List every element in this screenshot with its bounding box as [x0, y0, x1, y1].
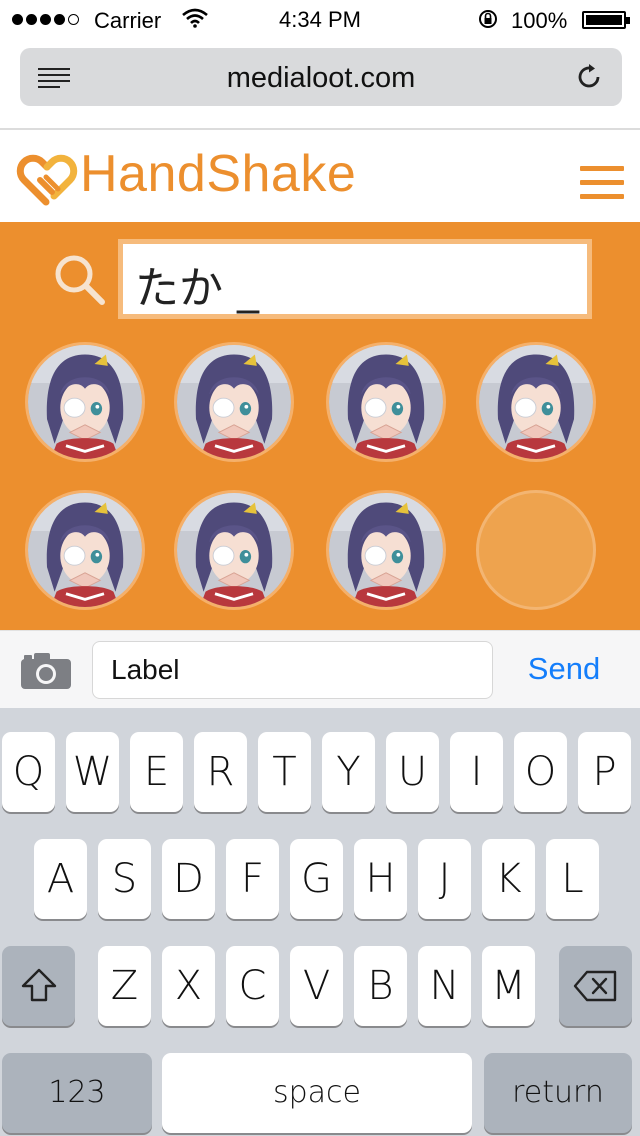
key-l[interactable]: L [546, 839, 599, 919]
key-p[interactable]: P [578, 732, 631, 812]
address-bar[interactable]: medialoot.com [20, 48, 622, 106]
label-input[interactable]: Label [92, 641, 493, 699]
key-e[interactable]: E [130, 732, 183, 812]
avatar-grid [0, 222, 640, 630]
numbers-key[interactable]: 123 [2, 1053, 152, 1133]
avatar[interactable] [326, 490, 446, 610]
brand-title: HandShake [80, 145, 357, 203]
hamburger-menu-icon[interactable] [580, 166, 624, 202]
backspace-icon [573, 970, 616, 1002]
key-s[interactable]: S [98, 839, 151, 919]
key-a[interactable]: A [34, 839, 87, 919]
avatar[interactable] [25, 490, 145, 610]
avatar-empty-slot[interactable] [476, 490, 596, 610]
avatar[interactable] [174, 490, 294, 610]
app-header: HandShake [0, 130, 640, 222]
key-m[interactable]: M [482, 946, 535, 1026]
handshake-heart-logo-icon[interactable] [16, 150, 78, 208]
key-v[interactable]: V [290, 946, 343, 1026]
delete-key[interactable] [559, 946, 632, 1026]
key-j[interactable]: J [418, 839, 471, 919]
key-i[interactable]: I [450, 732, 503, 812]
send-button[interactable]: Send [505, 651, 623, 687]
search-panel: たか _ [0, 222, 640, 630]
key-q[interactable]: Q [2, 732, 55, 812]
reload-icon[interactable] [574, 62, 604, 92]
shift-key[interactable] [2, 946, 75, 1026]
camera-icon[interactable] [20, 651, 72, 691]
key-u[interactable]: U [386, 732, 439, 812]
key-h[interactable]: H [354, 839, 407, 919]
key-x[interactable]: X [162, 946, 215, 1026]
key-k[interactable]: K [482, 839, 535, 919]
avatar[interactable] [326, 342, 446, 462]
url-text[interactable]: medialoot.com [20, 62, 622, 95]
key-z[interactable]: Z [98, 946, 151, 1026]
space-key[interactable]: space [162, 1053, 472, 1133]
keyboard: Q W E R T Y U I O P A S D F G H J K L Z … [0, 708, 640, 1136]
status-bar: Carrier 4:34 PM 100% [0, 0, 640, 40]
compose-bar: Label Send [0, 630, 640, 708]
orientation-lock-icon [479, 10, 497, 28]
avatar[interactable] [476, 342, 596, 462]
return-key[interactable]: return [484, 1053, 632, 1133]
shift-icon [21, 968, 56, 1002]
key-r[interactable]: R [194, 732, 247, 812]
key-b[interactable]: B [354, 946, 407, 1026]
browser-bar: medialoot.com [0, 40, 640, 130]
key-w[interactable]: W [66, 732, 119, 812]
key-d[interactable]: D [162, 839, 215, 919]
avatar[interactable] [25, 342, 145, 462]
key-f[interactable]: F [226, 839, 279, 919]
avatar[interactable] [174, 342, 294, 462]
battery-percent: 100% [511, 8, 568, 33]
battery-icon [582, 11, 630, 29]
key-g[interactable]: G [290, 839, 343, 919]
key-o[interactable]: O [514, 732, 567, 812]
key-n[interactable]: N [418, 946, 471, 1026]
key-c[interactable]: C [226, 946, 279, 1026]
key-t[interactable]: T [258, 732, 311, 812]
key-y[interactable]: Y [322, 732, 375, 812]
